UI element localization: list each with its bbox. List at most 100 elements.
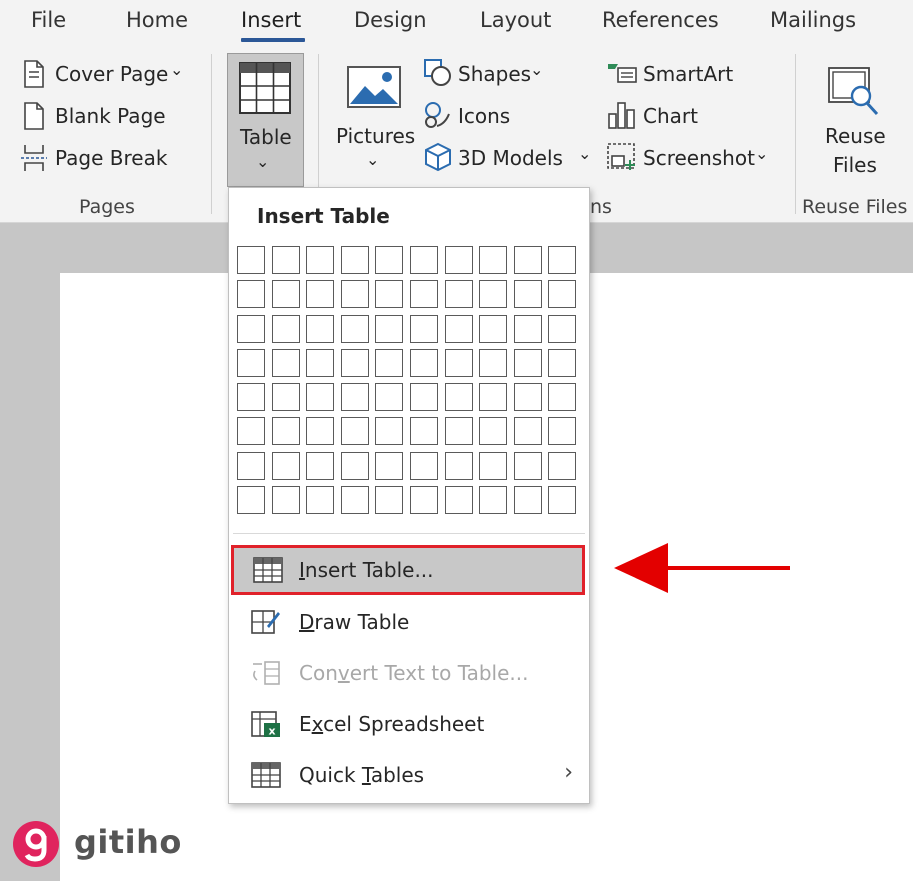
grid-cell[interactable]	[340, 246, 369, 274]
grid-cell[interactable]	[340, 383, 369, 412]
grid-cell[interactable]	[444, 348, 473, 377]
grid-cell[interactable]	[306, 451, 335, 480]
grid-cell[interactable]	[375, 417, 404, 446]
grid-cell[interactable]	[237, 486, 265, 515]
grid-cell[interactable]	[375, 280, 404, 309]
grid-cell[interactable]	[548, 486, 577, 515]
grid-cell[interactable]	[513, 314, 542, 343]
grid-cell[interactable]	[513, 486, 542, 515]
grid-cell[interactable]	[306, 246, 335, 274]
grid-cell[interactable]	[479, 451, 508, 480]
icons-icon	[425, 102, 450, 128]
grid-cell[interactable]	[237, 280, 265, 309]
grid-cell[interactable]	[479, 348, 508, 377]
grid-cell[interactable]	[444, 280, 473, 309]
grid-cell[interactable]	[375, 246, 404, 274]
table-size-grid[interactable]	[237, 246, 577, 515]
grid-cell[interactable]	[548, 314, 577, 343]
tab-mailings[interactable]: Mailings	[770, 8, 856, 32]
grid-cell[interactable]	[409, 486, 438, 515]
grid-cell[interactable]	[375, 383, 404, 412]
grid-cell[interactable]	[340, 451, 369, 480]
grid-cell[interactable]	[375, 451, 404, 480]
grid-cell[interactable]	[444, 417, 473, 446]
grid-cell[interactable]	[409, 348, 438, 377]
grid-cell[interactable]	[306, 280, 335, 309]
grid-cell[interactable]	[375, 348, 404, 377]
grid-cell[interactable]	[306, 486, 335, 515]
grid-cell[interactable]	[513, 451, 542, 480]
grid-cell[interactable]	[271, 314, 300, 343]
grid-cell[interactable]	[479, 486, 508, 515]
grid-cell[interactable]	[271, 348, 300, 377]
menu-item-draw-table[interactable]: Draw Table	[229, 597, 589, 647]
grid-cell[interactable]	[548, 451, 577, 480]
grid-cell[interactable]	[479, 314, 508, 343]
grid-cell[interactable]	[306, 314, 335, 343]
grid-cell[interactable]	[513, 280, 542, 309]
grid-cell[interactable]	[409, 314, 438, 343]
grid-cell[interactable]	[375, 314, 404, 343]
tab-home[interactable]: Home	[126, 8, 188, 32]
grid-cell[interactable]	[479, 417, 508, 446]
grid-cell[interactable]	[306, 383, 335, 412]
grid-cell[interactable]	[237, 417, 265, 446]
grid-cell[interactable]	[444, 314, 473, 343]
table-button[interactable]: Table ⌄	[227, 53, 304, 187]
tab-design[interactable]: Design	[354, 8, 427, 32]
grid-cell[interactable]	[271, 280, 300, 309]
grid-cell[interactable]	[271, 417, 300, 446]
draw-table-icon	[251, 610, 280, 634]
grid-cell[interactable]	[444, 486, 473, 515]
grid-cell[interactable]	[409, 246, 438, 274]
grid-cell[interactable]	[513, 417, 542, 446]
grid-cell[interactable]	[513, 383, 542, 412]
cover-page-label: Cover Page	[55, 62, 169, 86]
grid-cell[interactable]	[306, 417, 335, 446]
grid-cell[interactable]	[444, 383, 473, 412]
grid-cell[interactable]	[271, 451, 300, 480]
grid-cell[interactable]	[479, 280, 508, 309]
grid-cell[interactable]	[340, 348, 369, 377]
grid-cell[interactable]	[548, 348, 577, 377]
grid-cell[interactable]	[340, 486, 369, 515]
menu-item-quick-tables[interactable]: Quick Tables ›	[229, 750, 589, 800]
grid-cell[interactable]	[237, 451, 265, 480]
grid-cell[interactable]	[375, 486, 404, 515]
grid-cell[interactable]	[271, 383, 300, 412]
grid-cell[interactable]	[340, 280, 369, 309]
chevron-down-icon: ⌄	[366, 150, 380, 169]
grid-cell[interactable]	[340, 314, 369, 343]
tab-layout[interactable]: Layout	[480, 8, 551, 32]
grid-cell[interactable]	[444, 246, 473, 274]
grid-cell[interactable]	[548, 383, 577, 412]
gitiho-watermark: gitiho	[10, 818, 181, 874]
grid-cell[interactable]	[237, 314, 265, 343]
grid-cell[interactable]	[548, 417, 577, 446]
grid-cell[interactable]	[479, 246, 508, 274]
menu-item-excel-spreadsheet[interactable]: x Excel Spreadsheet	[229, 699, 589, 749]
grid-cell[interactable]	[340, 417, 369, 446]
grid-cell[interactable]	[409, 451, 438, 480]
chevron-down-icon: ⌄	[755, 144, 769, 163]
grid-cell[interactable]	[548, 246, 577, 274]
grid-cell[interactable]	[271, 246, 300, 274]
menu-item-insert-table[interactable]: Insert Table...	[231, 545, 585, 595]
grid-cell[interactable]	[513, 348, 542, 377]
grid-cell[interactable]	[237, 348, 265, 377]
grid-cell[interactable]	[409, 280, 438, 309]
grid-cell[interactable]	[513, 246, 542, 274]
grid-cell[interactable]	[444, 451, 473, 480]
tab-references[interactable]: References	[602, 8, 719, 32]
grid-cell[interactable]	[237, 383, 265, 412]
grid-cell[interactable]	[306, 348, 335, 377]
tab-insert[interactable]: Insert	[241, 8, 301, 32]
tab-file[interactable]: File	[31, 8, 66, 32]
grid-cell[interactable]	[409, 417, 438, 446]
grid-cell[interactable]	[548, 280, 577, 309]
grid-cell[interactable]	[479, 383, 508, 412]
smartart-label: SmartArt	[643, 62, 734, 86]
grid-cell[interactable]	[409, 383, 438, 412]
grid-cell[interactable]	[237, 246, 265, 274]
grid-cell[interactable]	[271, 486, 300, 515]
